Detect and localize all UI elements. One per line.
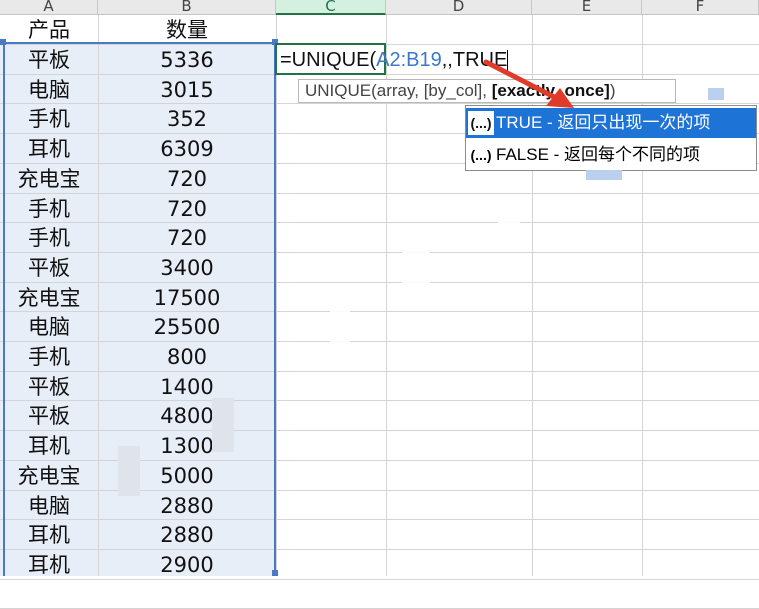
argument-icon: (...) (470, 147, 492, 163)
column-header-e[interactable]: E (532, 0, 642, 15)
formula-text[interactable]: =UNIQUE(A2:B19,,TRUE (280, 45, 509, 75)
watermark-smudge (402, 250, 430, 298)
column-header-d[interactable]: D (386, 0, 532, 15)
watermark-smudge (586, 170, 622, 180)
autocomplete-option-false[interactable]: (...) FALSE - 返回每个不同的项 (466, 140, 756, 170)
column-header-a[interactable]: A (0, 0, 98, 15)
selection-handle-bottom-right[interactable] (272, 570, 278, 576)
formula-prefix: =UNIQUE( (280, 49, 377, 71)
column-gridline (276, 15, 277, 576)
arrow-head (546, 88, 574, 108)
column-header-c[interactable]: C (276, 0, 386, 15)
selection-handle-top-left[interactable] (0, 39, 6, 45)
watermark-smudge (118, 446, 140, 496)
autocomplete-option-label: FALSE - 返回每个不同的项 (496, 145, 701, 164)
formula-range-ref: A2:B19 (376, 49, 442, 71)
tooltip-close: ) (609, 81, 616, 100)
spreadsheet-grid[interactable]: A B C D E F 产品 数量 平板 5336 电脑 3015 手机 352 耳机 630… (0, 0, 759, 609)
column-header-b[interactable]: B (98, 0, 276, 15)
watermark-smudge (212, 398, 234, 452)
watermark-smudge (708, 88, 724, 100)
arrow-shaft (483, 59, 563, 103)
column-header-f[interactable]: F (642, 0, 759, 15)
watermark-smudge (498, 220, 520, 252)
cell-b1[interactable]: 数量 (98, 15, 276, 45)
red-arrow-annotation (483, 59, 574, 108)
tooltip-function: UNIQUE(array, [by_col], (305, 81, 492, 100)
watermark-smudge (330, 310, 350, 350)
cell-a1[interactable]: 产品 (0, 15, 98, 45)
